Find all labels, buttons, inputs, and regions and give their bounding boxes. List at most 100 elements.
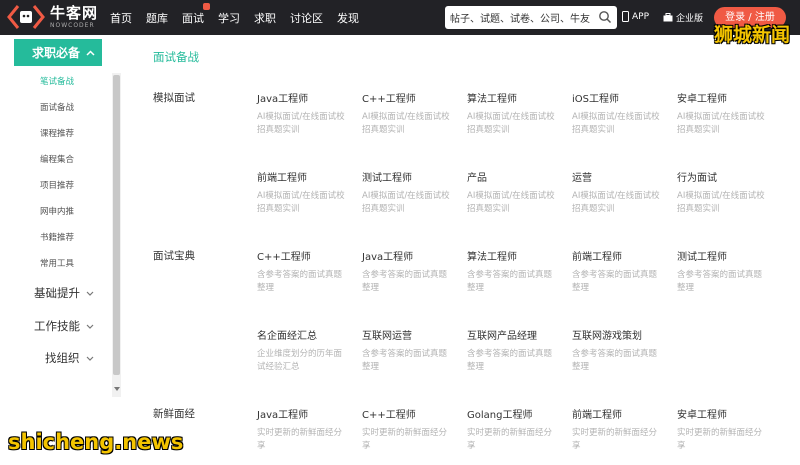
- nav-forum[interactable]: 讨论区: [290, 10, 323, 26]
- sidebar-item-tools[interactable]: 常用工具: [40, 257, 74, 269]
- watermark-bottom: shicheng.news: [8, 430, 184, 454]
- sidebar-group-label: 求职必备: [32, 46, 81, 60]
- nav-home[interactable]: 首页: [110, 10, 132, 26]
- nav-question-bank[interactable]: 题库: [146, 10, 168, 26]
- search-input[interactable]: 帖子、试题、试卷、公司、牛友: [450, 10, 590, 25]
- phone-icon: [622, 11, 629, 22]
- new-badge: [203, 2, 210, 10]
- card-desc: 实时更新的新鲜面经分享: [467, 428, 553, 451]
- card-title: 安卓工程师: [677, 410, 727, 421]
- card-title: Golang工程师: [467, 410, 533, 421]
- card-guide-product-manager[interactable]: 互联网产品经理 含参考答案的面试真题整理: [467, 327, 567, 374]
- card-desc: 实时更新的新鲜面经分享: [677, 428, 763, 451]
- section-label-mock-interview: 模拟面试: [153, 92, 195, 104]
- card-title: 安卓工程师: [677, 94, 727, 105]
- card-desc: 含参考答案的面试真题整理: [677, 270, 763, 293]
- chevron-up-icon: [86, 49, 95, 56]
- sidebar-item-books[interactable]: 书籍推荐: [40, 231, 74, 243]
- briefcase-icon: [663, 13, 673, 22]
- card-desc: 实时更新的新鲜面经分享: [362, 428, 448, 451]
- nav-discover[interactable]: 发现: [337, 10, 359, 26]
- card-desc: 含参考答案的面试真题整理: [257, 270, 343, 293]
- card-title: C++工程师: [362, 94, 416, 105]
- card-mock-cpp[interactable]: C++工程师 AI模拟面试/在线面试校招真题实训: [362, 90, 462, 137]
- card-mock-behavioral[interactable]: 行为面试 AI模拟面试/在线面试校招真题实训: [677, 169, 777, 216]
- card-fresh-android[interactable]: 安卓工程师 实时更新的新鲜面经分享: [677, 406, 777, 453]
- card-desc: 含参考答案的面试真题整理: [572, 349, 658, 372]
- card-guide-algorithm[interactable]: 算法工程师 含参考答案的面试真题整理: [467, 248, 567, 295]
- nav-jobs[interactable]: 求职: [254, 10, 276, 26]
- card-title: C++工程师: [257, 252, 311, 263]
- card-fresh-cpp[interactable]: C++工程师 实时更新的新鲜面经分享: [362, 406, 462, 453]
- card-guide-java[interactable]: Java工程师 含参考答案的面试真题整理: [362, 248, 462, 295]
- card-desc: AI模拟面试/在线面试校招真题实训: [362, 112, 450, 135]
- search-icon[interactable]: [598, 10, 612, 24]
- card-guide-company-collection[interactable]: 名企面经汇总 企业维度划分的历年面试经验汇总: [257, 327, 357, 374]
- page-title: 面试备战: [153, 50, 199, 64]
- scroll-down-arrow[interactable]: [114, 387, 120, 391]
- card-desc: 含参考答案的面试真题整理: [467, 270, 553, 293]
- nav-interview-label: 面试: [182, 11, 204, 25]
- main-content: 面试备战 模拟面试 Java工程师 AI模拟面试/在线面试校招真题实训 C++工…: [132, 35, 800, 465]
- card-title: 算法工程师: [467, 94, 517, 105]
- card-mock-java[interactable]: Java工程师 AI模拟面试/在线面试校招真题实训: [257, 90, 357, 137]
- brand-sub: NOWCODER: [50, 21, 95, 29]
- card-fresh-golang[interactable]: Golang工程师 实时更新的新鲜面经分享: [467, 406, 567, 453]
- card-title: Java工程师: [362, 252, 414, 263]
- site-logo[interactable]: 牛客网 NOWCODER: [6, 3, 98, 31]
- card-mock-ios[interactable]: iOS工程师 AI模拟面试/在线面试校招真题实训: [572, 90, 672, 137]
- app-download-link[interactable]: APP: [622, 11, 649, 22]
- card-desc: 含参考答案的面试真题整理: [572, 270, 658, 293]
- card-guide-game-planner[interactable]: 互联网游戏策划 含参考答案的面试真题整理: [572, 327, 672, 374]
- sidebar-scrollbar[interactable]: [112, 73, 121, 397]
- top-navbar: 牛客网 NOWCODER 首页 题库 面试 学习 求职 讨论区 发现 帖子、试题…: [0, 0, 800, 35]
- card-title: 前端工程师: [572, 252, 622, 263]
- app-label: APP: [632, 11, 650, 22]
- card-title: 测试工程师: [677, 252, 727, 263]
- card-title: 互联网运营: [362, 331, 412, 342]
- card-fresh-java[interactable]: Java工程师 实时更新的新鲜面经分享: [257, 406, 357, 453]
- card-mock-frontend[interactable]: 前端工程师 AI模拟面试/在线面试校招真题实训: [257, 169, 357, 216]
- card-mock-algorithm[interactable]: 算法工程师 AI模拟面试/在线面试校招真题实训: [467, 90, 567, 137]
- card-guide-cpp[interactable]: C++工程师 含参考答案的面试真题整理: [257, 248, 357, 295]
- sidebar-item-projects[interactable]: 项目推荐: [40, 179, 74, 191]
- card-desc: 实时更新的新鲜面经分享: [572, 428, 658, 451]
- sidebar-group-find-org[interactable]: 找组织: [45, 350, 94, 366]
- sidebar-item-programming[interactable]: 编程集合: [40, 153, 74, 165]
- sidebar-item-referrals[interactable]: 网申内推: [40, 205, 74, 217]
- sidebar-item-written-test[interactable]: 笔试备战: [40, 75, 74, 87]
- card-title: 前端工程师: [572, 410, 622, 421]
- sidebar-item-interview-prep[interactable]: 面试备战: [40, 101, 74, 113]
- sidebar-group-work-skills[interactable]: 工作技能: [34, 318, 94, 334]
- section-label-interview-guide: 面试宝典: [153, 250, 195, 262]
- card-title: 测试工程师: [362, 173, 412, 184]
- sidebar-item-courses[interactable]: 课程推荐: [40, 127, 74, 139]
- card-title: 产品: [467, 173, 487, 184]
- card-mock-testing[interactable]: 测试工程师 AI模拟面试/在线面试校招真题实训: [362, 169, 462, 216]
- card-fresh-frontend[interactable]: 前端工程师 实时更新的新鲜面经分享: [572, 406, 672, 453]
- enterprise-link[interactable]: 企业版: [663, 11, 703, 24]
- scrollbar-thumb[interactable]: [113, 75, 120, 375]
- card-guide-internet-ops[interactable]: 互联网运营 含参考答案的面试真题整理: [362, 327, 462, 374]
- chevron-down-icon: [86, 291, 94, 296]
- sidebar-group-label: 找组织: [45, 351, 80, 365]
- card-guide-testing[interactable]: 测试工程师 含参考答案的面试真题整理: [677, 248, 777, 295]
- card-mock-android[interactable]: 安卓工程师 AI模拟面试/在线面试校招真题实训: [677, 90, 777, 137]
- card-mock-operations[interactable]: 运营 AI模拟面试/在线面试校招真题实训: [572, 169, 672, 216]
- sidebar-group-job-essentials[interactable]: 求职必备: [14, 39, 102, 66]
- enterprise-label: 企业版: [676, 14, 704, 24]
- section-label-fresh-experience: 新鲜面经: [153, 408, 195, 420]
- chevron-down-icon: [86, 356, 93, 361]
- nav-interview[interactable]: 面试: [182, 2, 210, 26]
- sidebar-group-basics[interactable]: 基础提升: [34, 285, 94, 301]
- card-desc: 实时更新的新鲜面经分享: [257, 428, 343, 451]
- card-desc: AI模拟面试/在线面试校招真题实训: [362, 191, 450, 214]
- card-mock-product[interactable]: 产品 AI模拟面试/在线面试校招真题实训: [467, 169, 567, 216]
- card-desc: 含参考答案的面试真题整理: [362, 270, 448, 293]
- card-title: Java工程师: [257, 410, 309, 421]
- card-guide-frontend[interactable]: 前端工程师 含参考答案的面试真题整理: [572, 248, 672, 295]
- card-title: 行为面试: [677, 173, 717, 184]
- card-title: C++工程师: [362, 410, 416, 421]
- search-box[interactable]: 帖子、试题、试卷、公司、牛友: [445, 6, 617, 29]
- nav-learn[interactable]: 学习: [218, 10, 240, 26]
